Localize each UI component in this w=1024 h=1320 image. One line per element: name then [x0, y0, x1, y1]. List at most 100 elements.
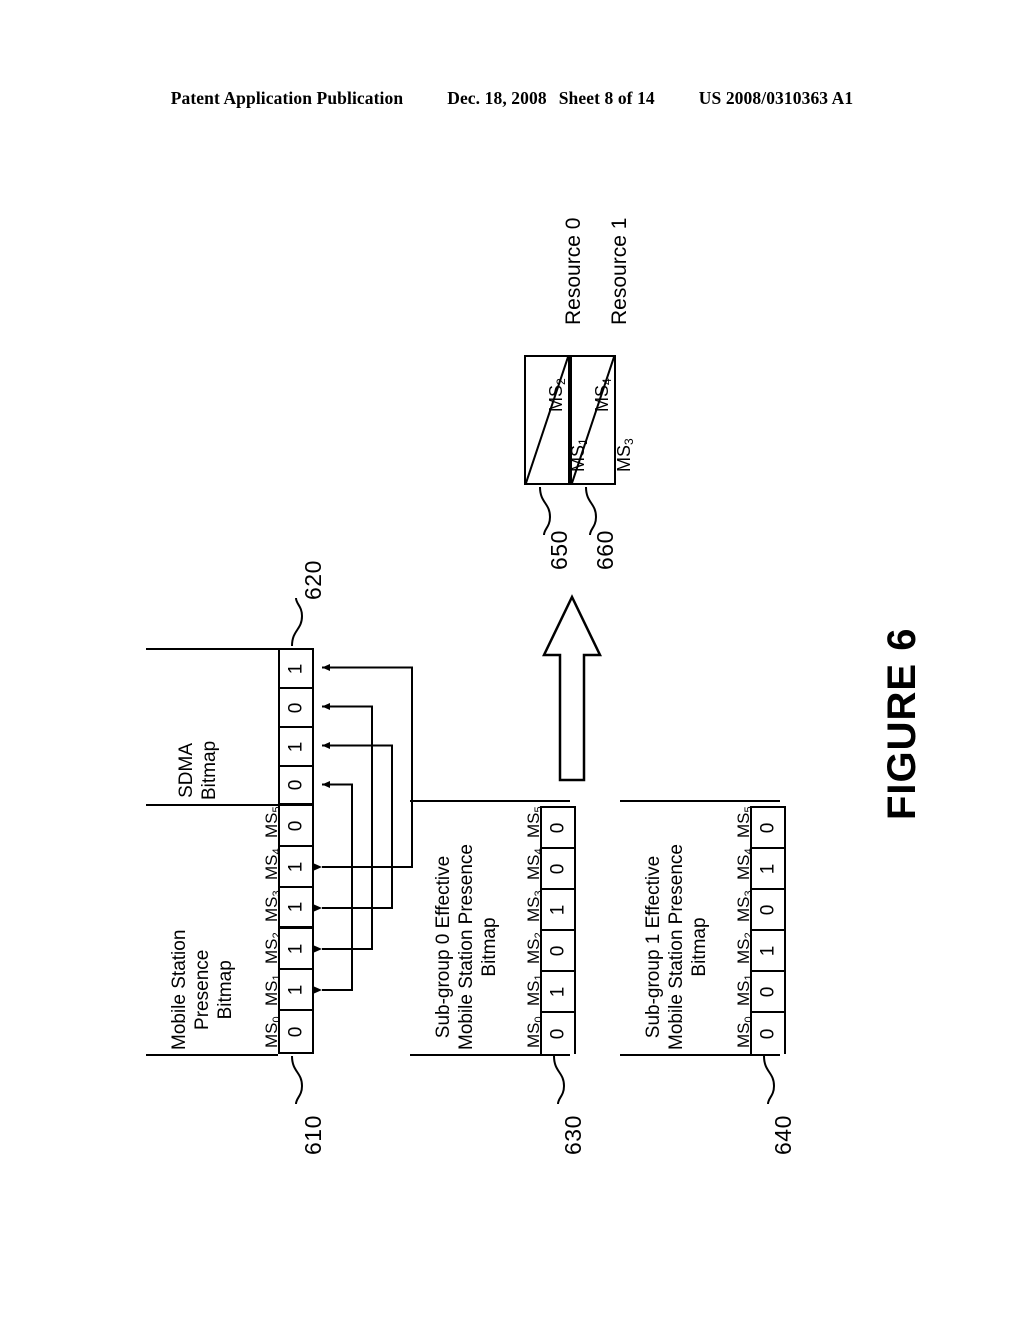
ref-numeral-640: 640 [770, 1115, 796, 1155]
subgroup1-cell-value: 0 [757, 986, 779, 997]
sdma-cell-value: 0 [285, 779, 307, 791]
leader-610 [291, 1055, 304, 1105]
subgroup1-cell-value: 0 [757, 904, 779, 915]
presence-bitmap-caption: Mobile Station Presence Bitmap [168, 930, 238, 1050]
subgroup0-cell-3: 1 [542, 890, 574, 931]
presence-cell-5: 0 [280, 806, 312, 847]
subgroup1-cell-value: 0 [757, 1028, 779, 1039]
sdma-cell-value: 0 [285, 702, 307, 713]
subgroup0-bracket-bottom-rule [410, 1054, 570, 1056]
subgroup0-cell-value: 0 [547, 822, 569, 833]
subgroup1-cell-4: 1 [752, 849, 784, 890]
ref-numeral-620: 620 [300, 560, 326, 600]
resource-1-station-upper: MS4 [592, 378, 614, 412]
subgroup1-caption-line-2: Mobile Station Presence [666, 844, 688, 1050]
subgroup0-bracket-top-rule [410, 800, 570, 802]
leader-630 [553, 1055, 566, 1105]
connector-ms2-to-sdma2 [314, 703, 373, 953]
sdma-cell-3: 1 [280, 650, 312, 689]
presence-cell-3: 1 [280, 888, 312, 929]
subgroup0-caption-line-1: Sub-group 0 Effective [433, 855, 454, 1039]
presence-caption-line-1: Mobile Station [169, 929, 190, 1050]
subgroup0-cell-2: 0 [542, 931, 574, 972]
subgroup0-cell-value: 0 [547, 1028, 569, 1039]
header-date: Dec. 18, 2008 [447, 88, 547, 108]
ref-numeral-630: 630 [560, 1115, 586, 1155]
leader-640 [763, 1055, 776, 1105]
subgroup0-caption-line-2: Mobile Station Presence [456, 844, 478, 1050]
resource-0-label: Resource 0 [562, 217, 585, 325]
presence-bracket-bottom-rule [146, 1054, 278, 1056]
connector-ms3-to-sdma1 [314, 742, 393, 912]
subgroup0-cell-5: 0 [542, 808, 574, 849]
subgroup1-cell-value: 0 [757, 822, 779, 833]
leader-660 [585, 486, 598, 536]
presence-cell-value: 1 [285, 901, 307, 913]
resource-1-label: Resource 1 [608, 217, 631, 325]
presence-cell-0: 0 [280, 1011, 312, 1052]
subgroup0-cell-value: 0 [547, 945, 569, 956]
header-sheet: Sheet 8 of 14 [558, 88, 655, 108]
figure-title: FIGURE 6 [880, 627, 924, 820]
presence-cell-value: 0 [285, 820, 307, 831]
header-patent-number: US 2008/0310363 A1 [698, 88, 854, 108]
subgroup0-caption-line-3: Bitmap [479, 917, 501, 977]
subgroup1-caption-line-3: Bitmap [689, 917, 711, 977]
sdma-cell-value: 1 [285, 741, 307, 752]
sdma-caption-line-2: Bitmap [199, 740, 221, 800]
presence-cell-value: 1 [285, 943, 307, 954]
subgroup0-cell-value: 1 [547, 986, 569, 997]
presence-cell-4: 1 [280, 847, 312, 888]
presence-cell-2: 1 [280, 929, 312, 970]
presence-cell-value: 1 [285, 861, 307, 872]
resource-0-box [524, 355, 570, 485]
subgroup1-strip: 0 1 0 1 0 0 [750, 806, 786, 1054]
resource-station-text: MS3 [614, 438, 636, 472]
sdma-cell-value: 1 [285, 663, 307, 674]
presence-caption-line-2: Presence [192, 949, 214, 1030]
subgroup1-cell-value: 1 [757, 945, 779, 956]
subgroup0-cell-4: 0 [542, 849, 574, 890]
sdma-bracket-top-rule [146, 648, 278, 650]
leader-620 [291, 597, 304, 647]
resource-station-text: MS2 [546, 378, 568, 412]
presence-caption-line-3: Bitmap [215, 960, 237, 1020]
resource-0-station-lower: MS1 [568, 438, 590, 472]
connector-ms4-to-sdma3 [314, 664, 413, 871]
subgroup1-cell-5: 0 [752, 808, 784, 849]
page-header: Patent Application Publication Dec. 18, … [0, 88, 1024, 109]
resource-1-station-lower: MS3 [614, 438, 636, 472]
presence-cell-value: 1 [285, 984, 307, 995]
sdma-cell-0: 0 [280, 767, 312, 806]
sdma-caption-line-1: SDMA [176, 742, 197, 798]
sdma-cell-2: 0 [280, 689, 312, 728]
figure-line-overlay [291, 356, 776, 1105]
subgroup1-cell-1: 0 [752, 972, 784, 1013]
subgroup1-cell-0: 0 [752, 1013, 784, 1054]
sdma-presence-divider-rule [146, 804, 278, 806]
resource-station-text: MS1 [568, 438, 590, 472]
subgroup0-caption: Sub-group 0 Effective Mobile Station Pre… [432, 844, 502, 1050]
connector-ms1-to-sdma0 [314, 781, 353, 994]
subgroup0-cell-value: 0 [547, 863, 569, 874]
subgroup1-caption-line-1: Sub-group 1 Effective [643, 855, 664, 1039]
presence-cell-1: 1 [280, 970, 312, 1011]
subgroup1-caption: Sub-group 1 Effective Mobile Station Pre… [642, 844, 712, 1050]
subgroup0-cell-value: 1 [547, 904, 569, 915]
subgroup1-cell-2: 1 [752, 931, 784, 972]
resource-0-station-upper: MS2 [546, 378, 568, 412]
ref-numeral-650: 650 [546, 530, 572, 570]
subgroup0-cell-0: 0 [542, 1013, 574, 1054]
subgroup0-strip: 0 0 1 0 1 0 [540, 806, 576, 1054]
header-publication: Patent Application Publication [170, 88, 404, 108]
subgroup1-bracket-top-rule [620, 800, 780, 802]
subgroup1-cell-3: 0 [752, 890, 784, 931]
ref-numeral-660: 660 [592, 530, 618, 570]
ref-numeral-610: 610 [300, 1115, 326, 1155]
presence-cell-value: 0 [285, 1026, 307, 1037]
transform-block-arrow [542, 594, 602, 782]
presence-and-sdma-strip: 1 0 1 0 0 1 1 1 1 0 [278, 648, 314, 1054]
subgroup1-bracket-bottom-rule [620, 1054, 780, 1056]
sdma-cell-1: 1 [280, 728, 312, 767]
sdma-bitmap-caption: SDMA Bitmap [175, 741, 221, 800]
